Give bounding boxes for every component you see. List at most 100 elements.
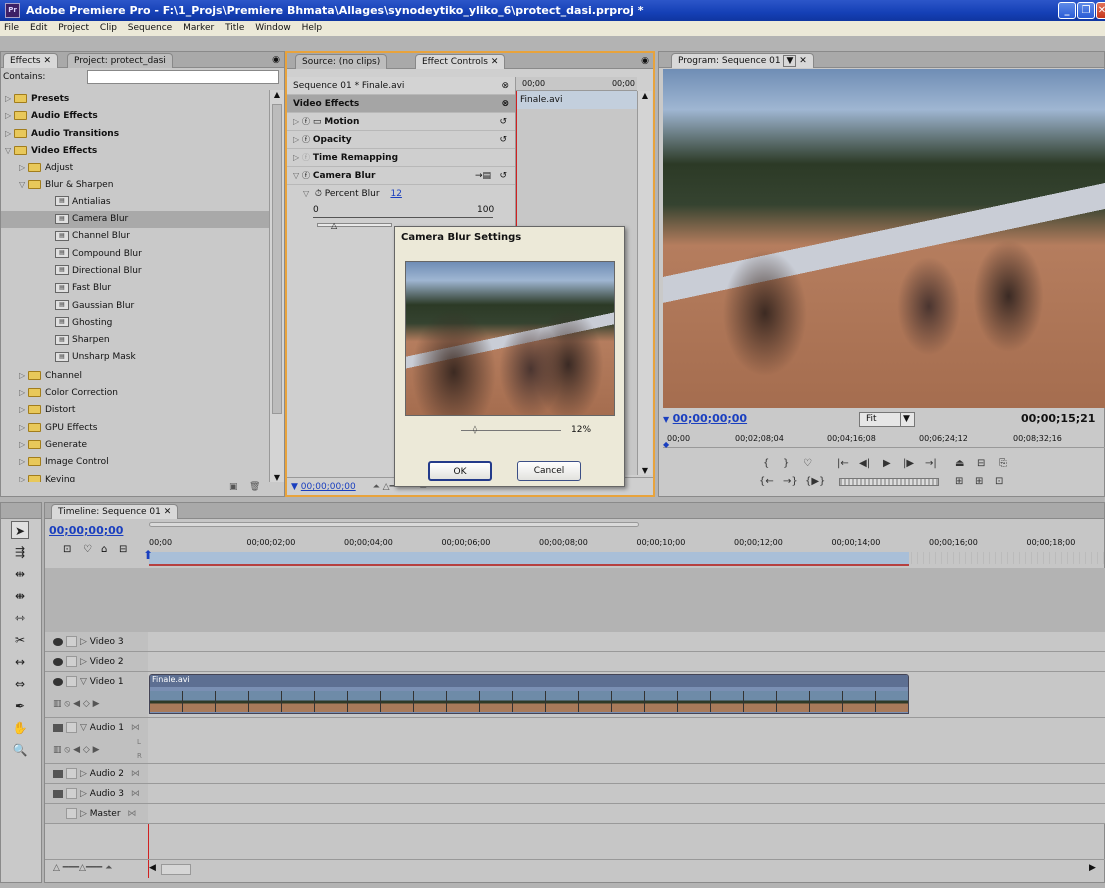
rate-stretch-tool-icon[interactable]: ⇿ bbox=[11, 609, 29, 627]
tree-item[interactable]: ▷ Distort bbox=[1, 401, 269, 418]
mute-icon[interactable]: ⋈ bbox=[128, 789, 140, 799]
collapsed-arrow-icon[interactable]: ▷ bbox=[80, 789, 90, 799]
collapsed-arrow-icon[interactable]: ▷ bbox=[19, 436, 28, 453]
collapsed-arrow-icon[interactable]: ▷ bbox=[5, 90, 14, 107]
menu-sequence[interactable]: Sequence bbox=[128, 23, 172, 33]
expanded-arrow-icon[interactable]: ▽ bbox=[19, 176, 28, 193]
ok-button[interactable]: OK bbox=[428, 461, 492, 481]
collapsed-arrow-icon[interactable]: ▷ bbox=[19, 384, 28, 401]
lock-toggle[interactable] bbox=[66, 722, 77, 733]
menu-clip[interactable]: Clip bbox=[100, 23, 117, 33]
work-area-scrollbar[interactable] bbox=[149, 522, 639, 527]
eye-icon[interactable] bbox=[53, 677, 63, 686]
expanded-arrow-icon[interactable]: ▽ bbox=[5, 142, 14, 159]
go-to-out-point-icon[interactable]: →} bbox=[783, 476, 798, 487]
speaker-icon[interactable] bbox=[53, 789, 63, 798]
minimize-button[interactable]: _ bbox=[1058, 2, 1076, 19]
menu-marker[interactable]: Marker bbox=[183, 23, 214, 33]
tree-item[interactable]: ▷ Keying bbox=[1, 471, 269, 482]
collapsed-arrow-icon[interactable]: ▷ bbox=[80, 769, 90, 779]
tab-project[interactable]: Project: protect_dasi bbox=[67, 53, 173, 68]
fit-dropdown[interactable]: Fit ▼ bbox=[859, 412, 915, 427]
collapsed-arrow-icon[interactable]: ▷ bbox=[19, 419, 28, 436]
set-out-icon[interactable]: } bbox=[783, 458, 789, 469]
play-icon[interactable]: ▶ bbox=[883, 458, 891, 469]
tree-item[interactable]: ▽ Blur & Sharpen bbox=[1, 176, 269, 193]
scroll-left-icon[interactable]: ◀ bbox=[149, 863, 156, 873]
mute-icon[interactable]: ⋈ bbox=[128, 769, 140, 779]
eye-icon[interactable] bbox=[53, 637, 63, 646]
lock-toggle[interactable] bbox=[66, 808, 77, 819]
reset-icon[interactable]: ↺ bbox=[499, 167, 507, 185]
scroll-down-icon[interactable]: ▼ bbox=[638, 466, 652, 475]
stopwatch-icon[interactable]: ⏱ bbox=[315, 189, 322, 199]
menu-project[interactable]: Project bbox=[58, 23, 89, 33]
tab-source[interactable]: Source: (no clips) bbox=[295, 54, 388, 69]
slide-tool-icon[interactable]: ⇔ bbox=[11, 675, 29, 693]
scroll-down-icon[interactable]: ▼ bbox=[270, 473, 284, 482]
tree-item[interactable]: ▷ Color Correction bbox=[1, 384, 269, 401]
set-encore-marker-icon[interactable]: ⌂ bbox=[101, 544, 107, 555]
razor-tool-icon[interactable]: ✂ bbox=[11, 631, 29, 649]
collapsed-arrow-icon[interactable]: ▷ bbox=[5, 107, 14, 124]
keyframe-controls[interactable]: ▥ ⦸ ◀ ◇ ▶ bbox=[53, 740, 100, 760]
tree-item[interactable]: ▷ Adjust bbox=[1, 159, 269, 176]
motion-row[interactable]: ▷ ⓕ ▭ Motion ↺ bbox=[287, 113, 515, 131]
play-in-to-out-icon[interactable]: {▶} bbox=[805, 476, 825, 487]
marker-icon[interactable]: ♡ bbox=[803, 458, 812, 469]
fx-toggle-icon[interactable]: ⓕ bbox=[302, 171, 310, 180]
program-current-timecode[interactable]: 00;00;00;00 bbox=[673, 412, 747, 425]
go-to-in-icon[interactable]: |← bbox=[837, 458, 849, 469]
slip-tool-icon[interactable]: ↔ bbox=[11, 653, 29, 671]
menu-help[interactable]: Help bbox=[302, 23, 323, 33]
mini-clip-bar[interactable]: Finale.avi bbox=[516, 91, 637, 109]
go-to-in-point-icon[interactable]: {← bbox=[759, 476, 774, 487]
time-remapping-row[interactable]: ▷ ⓕ Time Remapping bbox=[287, 149, 515, 167]
collapsed-arrow-icon[interactable]: ▷ bbox=[19, 401, 28, 418]
mute-icon[interactable]: ⋈ bbox=[125, 809, 136, 819]
restore-button[interactable]: ❐ bbox=[1077, 2, 1095, 19]
timeline-ruler-area[interactable]: 00;00 00;00;02;00 00;00;04;00 00;00;06;00 00… bbox=[143, 520, 1104, 568]
lock-toggle[interactable] bbox=[66, 768, 77, 779]
tab-program[interactable]: Program: Sequence 01 ▼ ✕ bbox=[671, 53, 814, 68]
go-to-out-icon[interactable]: →| bbox=[925, 458, 937, 469]
fx-toggle-icon[interactable]: ⓕ bbox=[302, 117, 310, 126]
safe-margins-icon[interactable]: ⊡ bbox=[995, 476, 1003, 487]
pen-tool-icon[interactable]: ✒ bbox=[11, 697, 29, 715]
fx-toggle-icon[interactable]: ⓕ bbox=[302, 135, 310, 144]
collapsed-arrow-icon[interactable]: ▷ bbox=[5, 125, 14, 142]
tree-item[interactable]: ▤ Directional Blur bbox=[1, 263, 269, 280]
tree-item[interactable]: ▤ Ghosting bbox=[1, 315, 269, 332]
menu-title[interactable]: Title bbox=[225, 23, 244, 33]
collapsed-arrow-icon[interactable]: ▷ bbox=[19, 367, 28, 384]
lock-toggle[interactable] bbox=[66, 788, 77, 799]
tree-item[interactable]: ▷ Generate bbox=[1, 436, 269, 453]
reset-icon[interactable]: ↺ bbox=[499, 131, 507, 149]
multicam-icon[interactable]: ⊞ bbox=[975, 476, 983, 487]
setup-icon[interactable]: →▤ bbox=[475, 167, 491, 185]
keyframe-controls[interactable]: ▥ ⦸ ◀ ◇ ▶ bbox=[53, 694, 100, 714]
ripple-edit-tool-icon[interactable]: ⇹ bbox=[11, 565, 29, 583]
opacity-row[interactable]: ▷ ⓕ Opacity ↺ bbox=[287, 131, 515, 149]
scroll-right-icon[interactable]: ▶ bbox=[1089, 863, 1096, 873]
timeline-timecode[interactable]: 00;00;00;00 bbox=[49, 524, 123, 537]
work-area-bar[interactable] bbox=[149, 552, 909, 566]
search-input[interactable] bbox=[87, 70, 279, 84]
collapsed-arrow-icon[interactable]: ▷ bbox=[80, 637, 90, 647]
dialog-slider-thumb[interactable]: ◊ bbox=[473, 425, 477, 434]
rolling-edit-tool-icon[interactable]: ⇼ bbox=[11, 587, 29, 605]
menu-window[interactable]: Window bbox=[255, 23, 291, 33]
menu-edit[interactable]: Edit bbox=[30, 23, 47, 33]
reset-icon[interactable]: ↺ bbox=[499, 113, 507, 131]
effect-controls-scrollbar[interactable]: ▲ ▼ bbox=[637, 91, 652, 475]
panel-menu-icon[interactable]: ◉ bbox=[641, 54, 649, 69]
set-marker-icon[interactable]: ♡ bbox=[83, 544, 92, 555]
scroll-thumb[interactable] bbox=[272, 104, 282, 414]
effects-scrollbar[interactable]: ▲ ▼ bbox=[269, 90, 284, 482]
export-frame-icon[interactable]: ⎘ bbox=[999, 458, 1007, 469]
expanded-arrow-icon[interactable]: ▽ bbox=[80, 677, 90, 687]
tree-item[interactable]: ▷ GPU Effects bbox=[1, 419, 269, 436]
lock-toggle[interactable] bbox=[66, 676, 77, 687]
lift-icon[interactable]: ⏏ bbox=[955, 458, 964, 469]
slider-thumb[interactable]: △ bbox=[331, 221, 337, 230]
